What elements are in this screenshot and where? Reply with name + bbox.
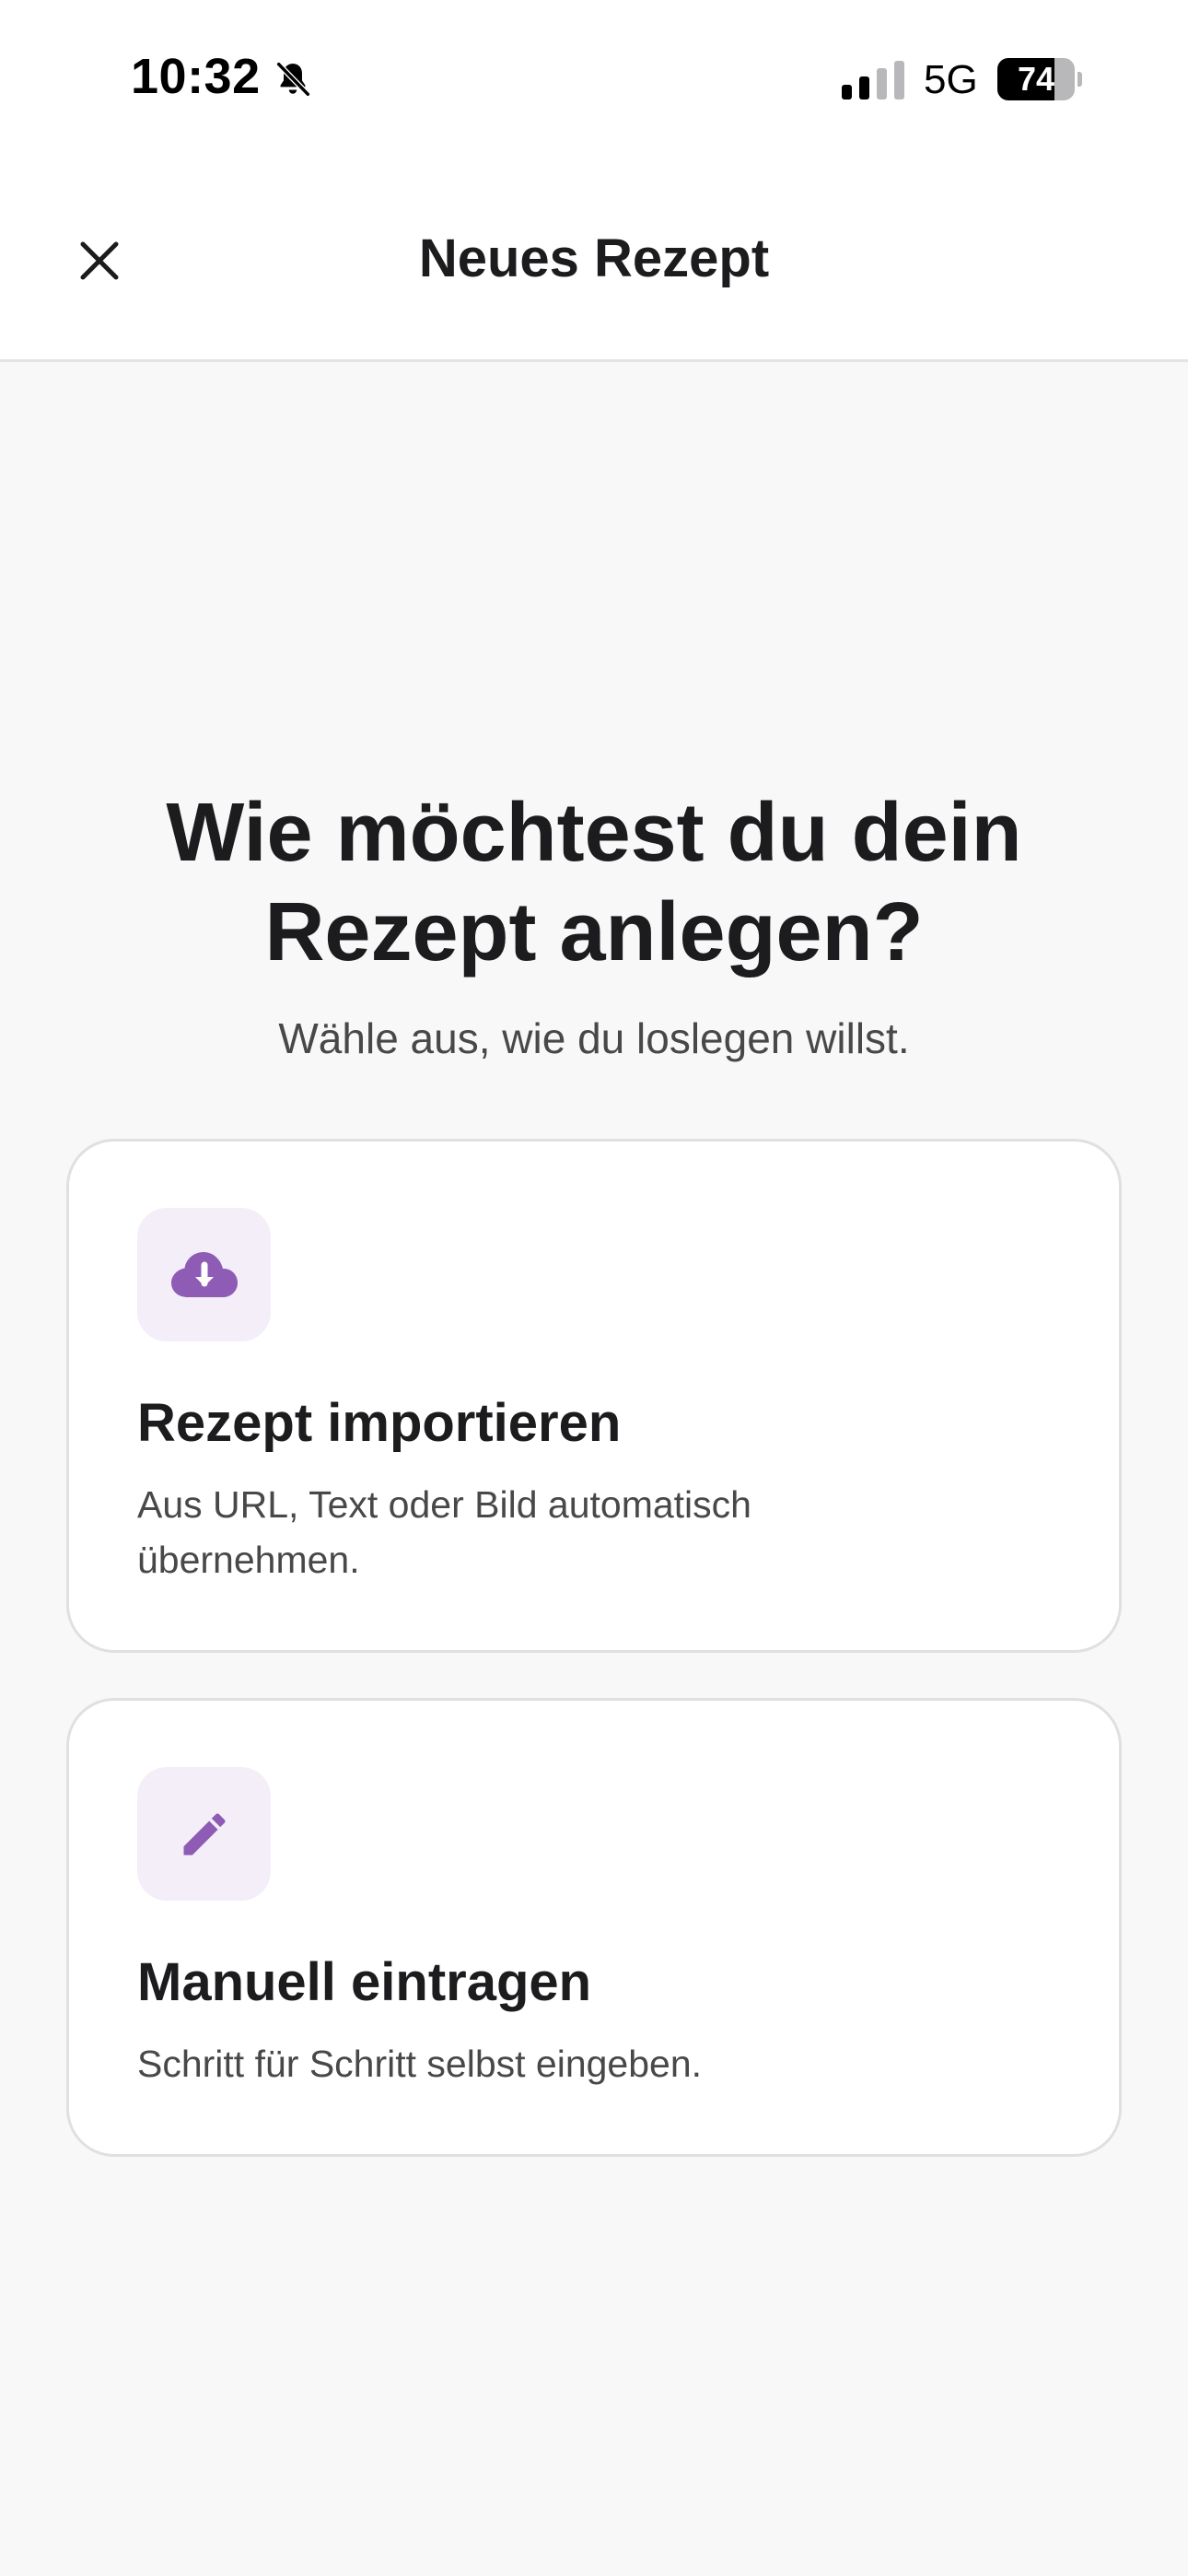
manual-entry-card[interactable]: Manuell eintragen Schritt für Schritt se… bbox=[66, 1698, 1122, 2157]
manual-card-description: Schritt für Schritt selbst eingeben. bbox=[137, 2043, 703, 2085]
import-card-description: Aus URL, Text oder Bild automatisch über… bbox=[137, 1483, 751, 1581]
import-icon-box bbox=[137, 1208, 271, 1341]
signal-icon bbox=[842, 61, 904, 100]
manual-icon-box bbox=[137, 1767, 271, 1901]
battery-icon: 74 bbox=[997, 58, 1082, 100]
manual-card-title: Manuell eintragen bbox=[137, 1952, 592, 2012]
battery-level: 74 bbox=[1017, 60, 1055, 98]
status-time: 10:32 bbox=[131, 49, 261, 104]
network-label: 5G bbox=[924, 57, 978, 102]
main-heading: Wie möchtest du dein Rezept anlegen? bbox=[166, 787, 1022, 978]
import-recipe-card[interactable]: Rezept importieren Aus URL, Text oder Bi… bbox=[66, 1139, 1122, 1653]
pencil-icon bbox=[183, 1812, 226, 1855]
import-card-title: Rezept importieren bbox=[137, 1393, 622, 1453]
cloud-download-icon bbox=[170, 1251, 238, 1297]
page-title: Neues Rezept bbox=[418, 228, 770, 288]
nav-bar: Neues Rezept bbox=[0, 161, 1188, 362]
main-subheading: Wähle aus, wie du loslegen willst. bbox=[278, 1014, 910, 1062]
bell-slash-icon bbox=[275, 61, 311, 98]
status-bar: 10:32 5G 74 bbox=[0, 0, 1188, 161]
